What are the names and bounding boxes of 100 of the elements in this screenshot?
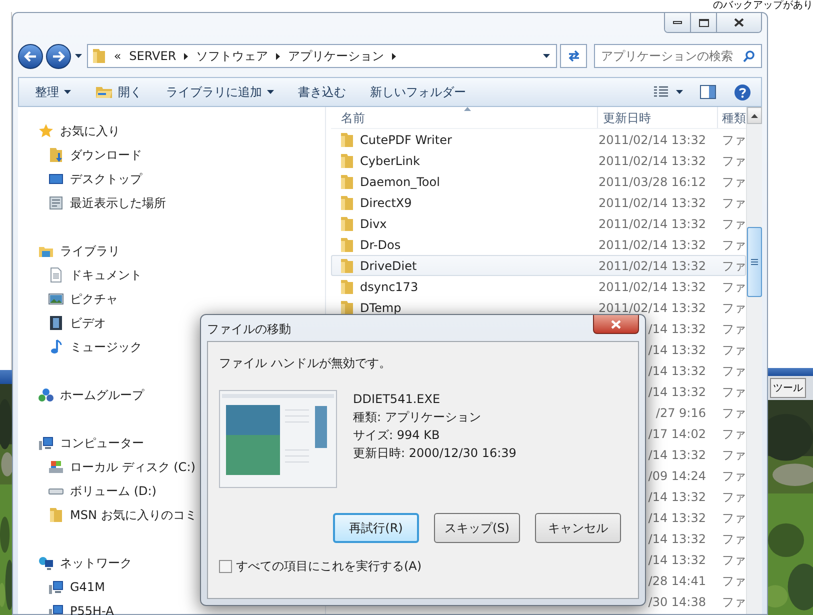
nav-item[interactable]: ライブラリ — [18, 239, 325, 263]
star-icon — [38, 123, 54, 139]
file-row[interactable]: Dr-Dos 2011/02/14 13:32 ファ — [331, 234, 746, 255]
file-type: ファ — [722, 322, 745, 336]
file-name: DDIET541.EXE — [353, 391, 442, 408]
nav-item[interactable]: G41M — [18, 575, 325, 599]
column-header[interactable]: 種類 — [718, 107, 746, 128]
nav-item[interactable]: MSN お気に入りのコミ — [18, 503, 325, 527]
toolbar-button[interactable]: ライブラリに追加 — [158, 80, 282, 104]
download-folder-icon — [48, 147, 64, 163]
file-type: ファ — [722, 258, 745, 272]
folder-icon — [340, 300, 354, 316]
file-name: Divx — [360, 216, 387, 232]
file-row[interactable]: DirectX9 2011/02/14 13:32 ファ — [331, 192, 746, 213]
breadcrumb-item[interactable]: アプリケーション — [288, 47, 384, 65]
modified-date: /17 14:02 — [648, 426, 706, 442]
modified-date: /14 13:32 — [648, 510, 706, 526]
folder-icon — [340, 194, 354, 210]
preview-pane-icon — [700, 85, 716, 99]
toolbar-button[interactable]: 新しいフォルダー — [362, 80, 474, 104]
file-type: ファ — [722, 532, 745, 546]
file-name: CutePDF Writer — [360, 132, 452, 148]
nav-item[interactable]: ボリューム (D:) — [18, 479, 325, 503]
modified-date: /14 13:32 — [648, 552, 706, 568]
column-header[interactable]: 更新日時 — [598, 107, 718, 128]
nav-item[interactable]: コンピューター — [18, 431, 325, 455]
modified-date: /14 13:32 — [648, 446, 706, 464]
file-type: ファ — [722, 406, 745, 420]
nav-item[interactable]: デスクトップ — [18, 167, 325, 191]
network-icon — [38, 555, 54, 571]
checkbox[interactable] — [219, 560, 232, 572]
file-detail: 更新日時: 2000/12/30 16:39 — [353, 445, 516, 462]
modified-date: 2011/02/14 13:32 — [598, 194, 706, 212]
nav-item[interactable]: ドキュメント — [18, 263, 325, 287]
modified-date: 2011/02/14 13:32 — [598, 236, 706, 254]
back-button[interactable] — [18, 44, 43, 68]
dialog-button[interactable]: キャンセル — [535, 513, 621, 543]
modified-date: /14 13:32 — [648, 488, 706, 506]
search-field[interactable]: アプリケーションの検索 — [594, 44, 762, 68]
file-type: ファ — [722, 132, 745, 146]
folder-icon — [340, 258, 354, 274]
file-row[interactable]: CyberLink 2011/02/14 13:32 ファ — [331, 150, 746, 171]
file-row[interactable]: DriveDiet 2011/02/14 13:32 ファ — [331, 255, 746, 276]
file-name: Daemon_Tool — [360, 174, 440, 190]
folder-icon — [340, 174, 354, 190]
nav-item[interactable]: 最近表示した場所 — [18, 191, 325, 215]
file-row[interactable]: Daemon_Tool 2011/03/28 16:12 ファ — [331, 171, 746, 192]
modified-date: 2011/02/14 13:32 — [598, 258, 706, 274]
modified-date: 2011/02/14 13:32 — [598, 152, 706, 170]
address-bar[interactable]: « SERVER ソフトウェア アプリケーション — [86, 44, 558, 68]
file-row[interactable]: CutePDF Writer 2011/02/14 13:32 ファ — [331, 129, 746, 150]
nav-item[interactable]: お気に入り — [18, 119, 325, 143]
file-type: ファ — [722, 238, 745, 252]
modified-date: /09 14:24 — [648, 468, 706, 484]
modified-date: /30 14:38 — [648, 594, 706, 610]
file-name: DirectX9 — [360, 194, 412, 212]
folder-icon — [340, 278, 354, 294]
folder-icon — [340, 152, 354, 168]
breadcrumb-item[interactable]: SERVER — [129, 47, 176, 65]
nav-item[interactable]: ダウンロード — [18, 143, 325, 167]
file-type: ファ — [722, 174, 745, 188]
modified-date: /28 14:41 — [648, 572, 706, 590]
file-row[interactable]: Divx 2011/02/14 13:32 ファ — [331, 213, 746, 234]
file-row[interactable]: dsync173 2011/02/14 13:32 ファ — [331, 276, 746, 297]
address-dropdown-icon — [543, 54, 550, 58]
nav-item[interactable]: ホームグループ — [18, 383, 325, 407]
modified-date: /14 13:32 — [648, 342, 706, 358]
file-detail: サイズ: 994 KB — [353, 427, 441, 444]
nav-item[interactable]: ローカル ディスク (C:) — [18, 455, 325, 479]
arrow-right-icon — [52, 50, 65, 62]
folder-icon — [48, 507, 64, 523]
chevron-right-icon — [184, 52, 188, 60]
scroll-thumb[interactable] — [747, 227, 762, 297]
nav-item[interactable]: ピクチャ — [18, 287, 325, 311]
toolbar-button[interactable]: 書き込む — [290, 80, 354, 104]
caret-icon — [267, 90, 274, 94]
tab-button[interactable]: ツール — [770, 378, 806, 398]
toolbar-button[interactable]: 開く — [87, 80, 150, 104]
toolbar-button[interactable]: 整理 — [27, 80, 79, 104]
maximize-button[interactable] — [691, 13, 717, 32]
breadcrumb-item[interactable]: ソフトウェア — [196, 47, 268, 65]
scrollbar[interactable] — [746, 107, 762, 614]
forward-button[interactable] — [46, 44, 71, 68]
refresh-button[interactable] — [560, 44, 588, 68]
nav-item[interactable]: P55H-A — [18, 599, 325, 615]
close-button[interactable] — [593, 315, 639, 334]
scroll-up-icon — [751, 114, 758, 118]
film-icon — [48, 315, 64, 331]
file-thumbnail-icon — [219, 390, 337, 488]
minimize-button[interactable] — [665, 13, 691, 32]
file-name: DTemp — [360, 300, 402, 316]
file-row[interactable]: DTemp 2011/02/14 13:32 ファ — [331, 297, 746, 318]
dialog-button[interactable]: 再試行(R) — [333, 513, 419, 543]
modified-date: /14 13:32 — [648, 530, 706, 548]
checkbox-label: すべての項目にこれを実行する(A) — [236, 558, 422, 575]
drive-icon — [48, 488, 64, 494]
breadcrumb-overflow[interactable]: « — [114, 47, 122, 65]
dialog-button[interactable]: スキップ(S) — [434, 513, 520, 543]
file-type: ファ — [722, 364, 745, 378]
grip-icon — [751, 259, 758, 265]
